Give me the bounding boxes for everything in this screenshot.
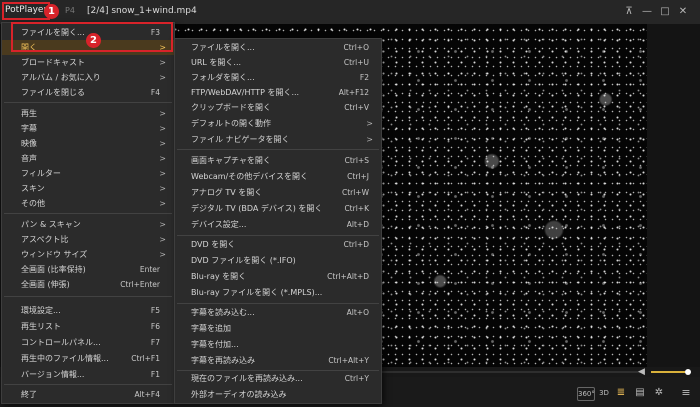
volume-level [651, 371, 685, 373]
menu-item-window-size[interactable]: ウィンドウ サイズ > [2, 247, 174, 262]
submenu-item-attach-subtitles[interactable]: 字幕を付加... [175, 337, 381, 352]
submenu-item-device-settings[interactable]: デバイス設定... Alt+D [175, 217, 381, 232]
menu-item-fullscreen-stretch[interactable]: 全画面 (伸張) Ctrl+Enter [2, 277, 174, 292]
submenu-arrow-icon: > [159, 220, 166, 229]
menu-item-filter[interactable]: フィルター > [2, 166, 174, 181]
submenu-arrow-icon: > [159, 139, 166, 148]
menu-item-other[interactable]: その他 > [2, 196, 174, 211]
menu-item-preferences[interactable]: 環境設定... F5 [2, 303, 174, 318]
submenu-item-reload-subtitles[interactable]: 字幕を再読み込み Ctrl+Alt+Y [175, 353, 381, 368]
submenu-item-open-bluray-file[interactable]: Blu-ray ファイルを開く (*.MPLS)... [175, 285, 381, 300]
main-context-menu: ファイルを開く... F3 開く > ブロードキャスト > アルバム / お気に… [1, 22, 175, 404]
submenu-item-load-external-audio[interactable]: 外部オーディオの読み込み [175, 387, 381, 402]
menu-separator [4, 296, 172, 297]
menu-item-pan-scan[interactable]: パン & スキャン > [2, 217, 174, 232]
vr-360-button[interactable]: 360° [577, 387, 595, 401]
submenu-item-screen-capture[interactable]: 画面キャプチャを開く Ctrl+S [175, 153, 381, 168]
menu-item-about[interactable]: バージョン情報... F1 [2, 367, 174, 382]
submenu-arrow-icon: > [159, 199, 166, 208]
menu-item-skin[interactable]: スキン > [2, 181, 174, 196]
video-side-area [647, 24, 700, 367]
menu-item-control-panel[interactable]: コントロールパネル... F7 [2, 335, 174, 350]
submenu-arrow-icon: > [159, 73, 166, 82]
file-title: [2/4] snow_1+wind.mp4 [87, 6, 197, 16]
submenu-item-load-subtitles[interactable]: 字幕を読み込む... Alt+O [175, 305, 381, 320]
submenu-arrow-icon: > [159, 169, 166, 178]
submenu-item-add-subtitles[interactable]: 字幕を追加 [175, 321, 381, 336]
maximize-icon[interactable]: □ [658, 5, 672, 19]
submenu-arrow-icon: > [159, 235, 166, 244]
close-icon[interactable]: ✕ [676, 5, 690, 19]
menu-item-playback[interactable]: 再生 > [2, 106, 174, 121]
potplayer-window: PotPlayer P4 [2/4] snow_1+wind.mp4 ⊼ — □… [0, 0, 700, 407]
submenu-item-default-open-action[interactable]: デフォルトの開く動作 > [175, 116, 381, 131]
menu-separator [177, 235, 379, 236]
submenu-item-analog-tv[interactable]: アナログ TV を開く Ctrl+W [175, 185, 381, 200]
volume-knob[interactable] [685, 369, 691, 375]
submenu-arrow-icon: > [159, 154, 166, 163]
callout-number-2: 2 [86, 33, 101, 48]
submenu-item-open-folder[interactable]: フォルダを開く... F2 [175, 70, 381, 85]
submenu-arrow-icon: > [159, 58, 166, 67]
submenu-item-open-bluray[interactable]: Blu-ray を開く Ctrl+Alt+D [175, 269, 381, 284]
minimize-icon[interactable]: — [640, 5, 654, 19]
menu-item-fullscreen-keep-ratio[interactable]: 全画面 (比率保持) Enter [2, 262, 174, 277]
submenu-arrow-icon: > [159, 184, 166, 193]
submenu-item-open-clipboard[interactable]: クリップボードを開く Ctrl+V [175, 100, 381, 115]
hamburger-menu-icon[interactable]: ≡ [680, 387, 692, 399]
subtitle-icon[interactable]: ≣ [615, 387, 627, 399]
submenu-item-open-url[interactable]: URL を開く... Ctrl+U [175, 55, 381, 70]
menu-item-file-info[interactable]: 再生中のファイル情報... Ctrl+F1 [2, 351, 174, 366]
menu-item-subtitles[interactable]: 字幕 > [2, 121, 174, 136]
format-label: P4 [65, 6, 75, 15]
submenu-item-reload-current-file[interactable]: 現在のファイルを再読み込み... Ctrl+Y [175, 371, 381, 386]
open-submenu: ファイルを開く... Ctrl+O URL を開く... Ctrl+U フォルダ… [174, 38, 382, 404]
submenu-arrow-icon: > [366, 135, 373, 144]
pin-icon[interactable]: ⊼ [622, 5, 636, 19]
menu-separator [177, 303, 379, 304]
menu-item-exit[interactable]: 終了 Alt+F4 [2, 387, 174, 402]
submenu-item-webcam[interactable]: Webcam/その他デバイスを開く Ctrl+J [175, 169, 381, 184]
submenu-item-open-ftp[interactable]: FTP/WebDAV/HTTP を開く... Alt+F12 [175, 85, 381, 100]
menu-item-playlist[interactable]: 再生リスト F6 [2, 319, 174, 334]
submenu-arrow-icon: > [159, 250, 166, 259]
menu-item-aspect-ratio[interactable]: アスペクト比 > [2, 232, 174, 247]
menu-separator [4, 102, 172, 103]
menu-separator [4, 213, 172, 214]
submenu-item-digital-tv[interactable]: デジタル TV (BDA デバイス) を開く Ctrl+K [175, 201, 381, 216]
submenu-item-file-navigator[interactable]: ファイル ナビゲータを開く > [175, 132, 381, 147]
gear-icon[interactable]: ✲ [653, 387, 665, 399]
submenu-item-open-dvd-file[interactable]: DVD ファイルを開く (*.IFO) [175, 253, 381, 268]
menu-item-album-favorites[interactable]: アルバム / お気に入り > [2, 70, 174, 85]
title-bar[interactable]: PotPlayer P4 [2/4] snow_1+wind.mp4 ⊼ — □… [0, 0, 700, 24]
playlist-icon[interactable]: ▤ [634, 387, 646, 399]
menu-separator [4, 384, 172, 385]
submenu-item-open-file[interactable]: ファイルを開く... Ctrl+O [175, 40, 381, 55]
callout-box-app-menu [2, 2, 50, 20]
callout-number-1: 1 [44, 4, 59, 19]
menu-item-audio[interactable]: 音声 > [2, 151, 174, 166]
menu-item-broadcast[interactable]: ブロードキャスト > [2, 55, 174, 70]
submenu-arrow-icon: > [366, 119, 373, 128]
menu-item-video[interactable]: 映像 > [2, 136, 174, 151]
3d-button[interactable]: 3D [597, 387, 611, 399]
submenu-arrow-icon: > [159, 124, 166, 133]
submenu-arrow-icon: > [159, 109, 166, 118]
submenu-item-open-dvd[interactable]: DVD を開く Ctrl+D [175, 237, 381, 252]
menu-item-close-file[interactable]: ファイルを閉じる F4 [2, 85, 174, 100]
menu-separator [177, 149, 379, 150]
